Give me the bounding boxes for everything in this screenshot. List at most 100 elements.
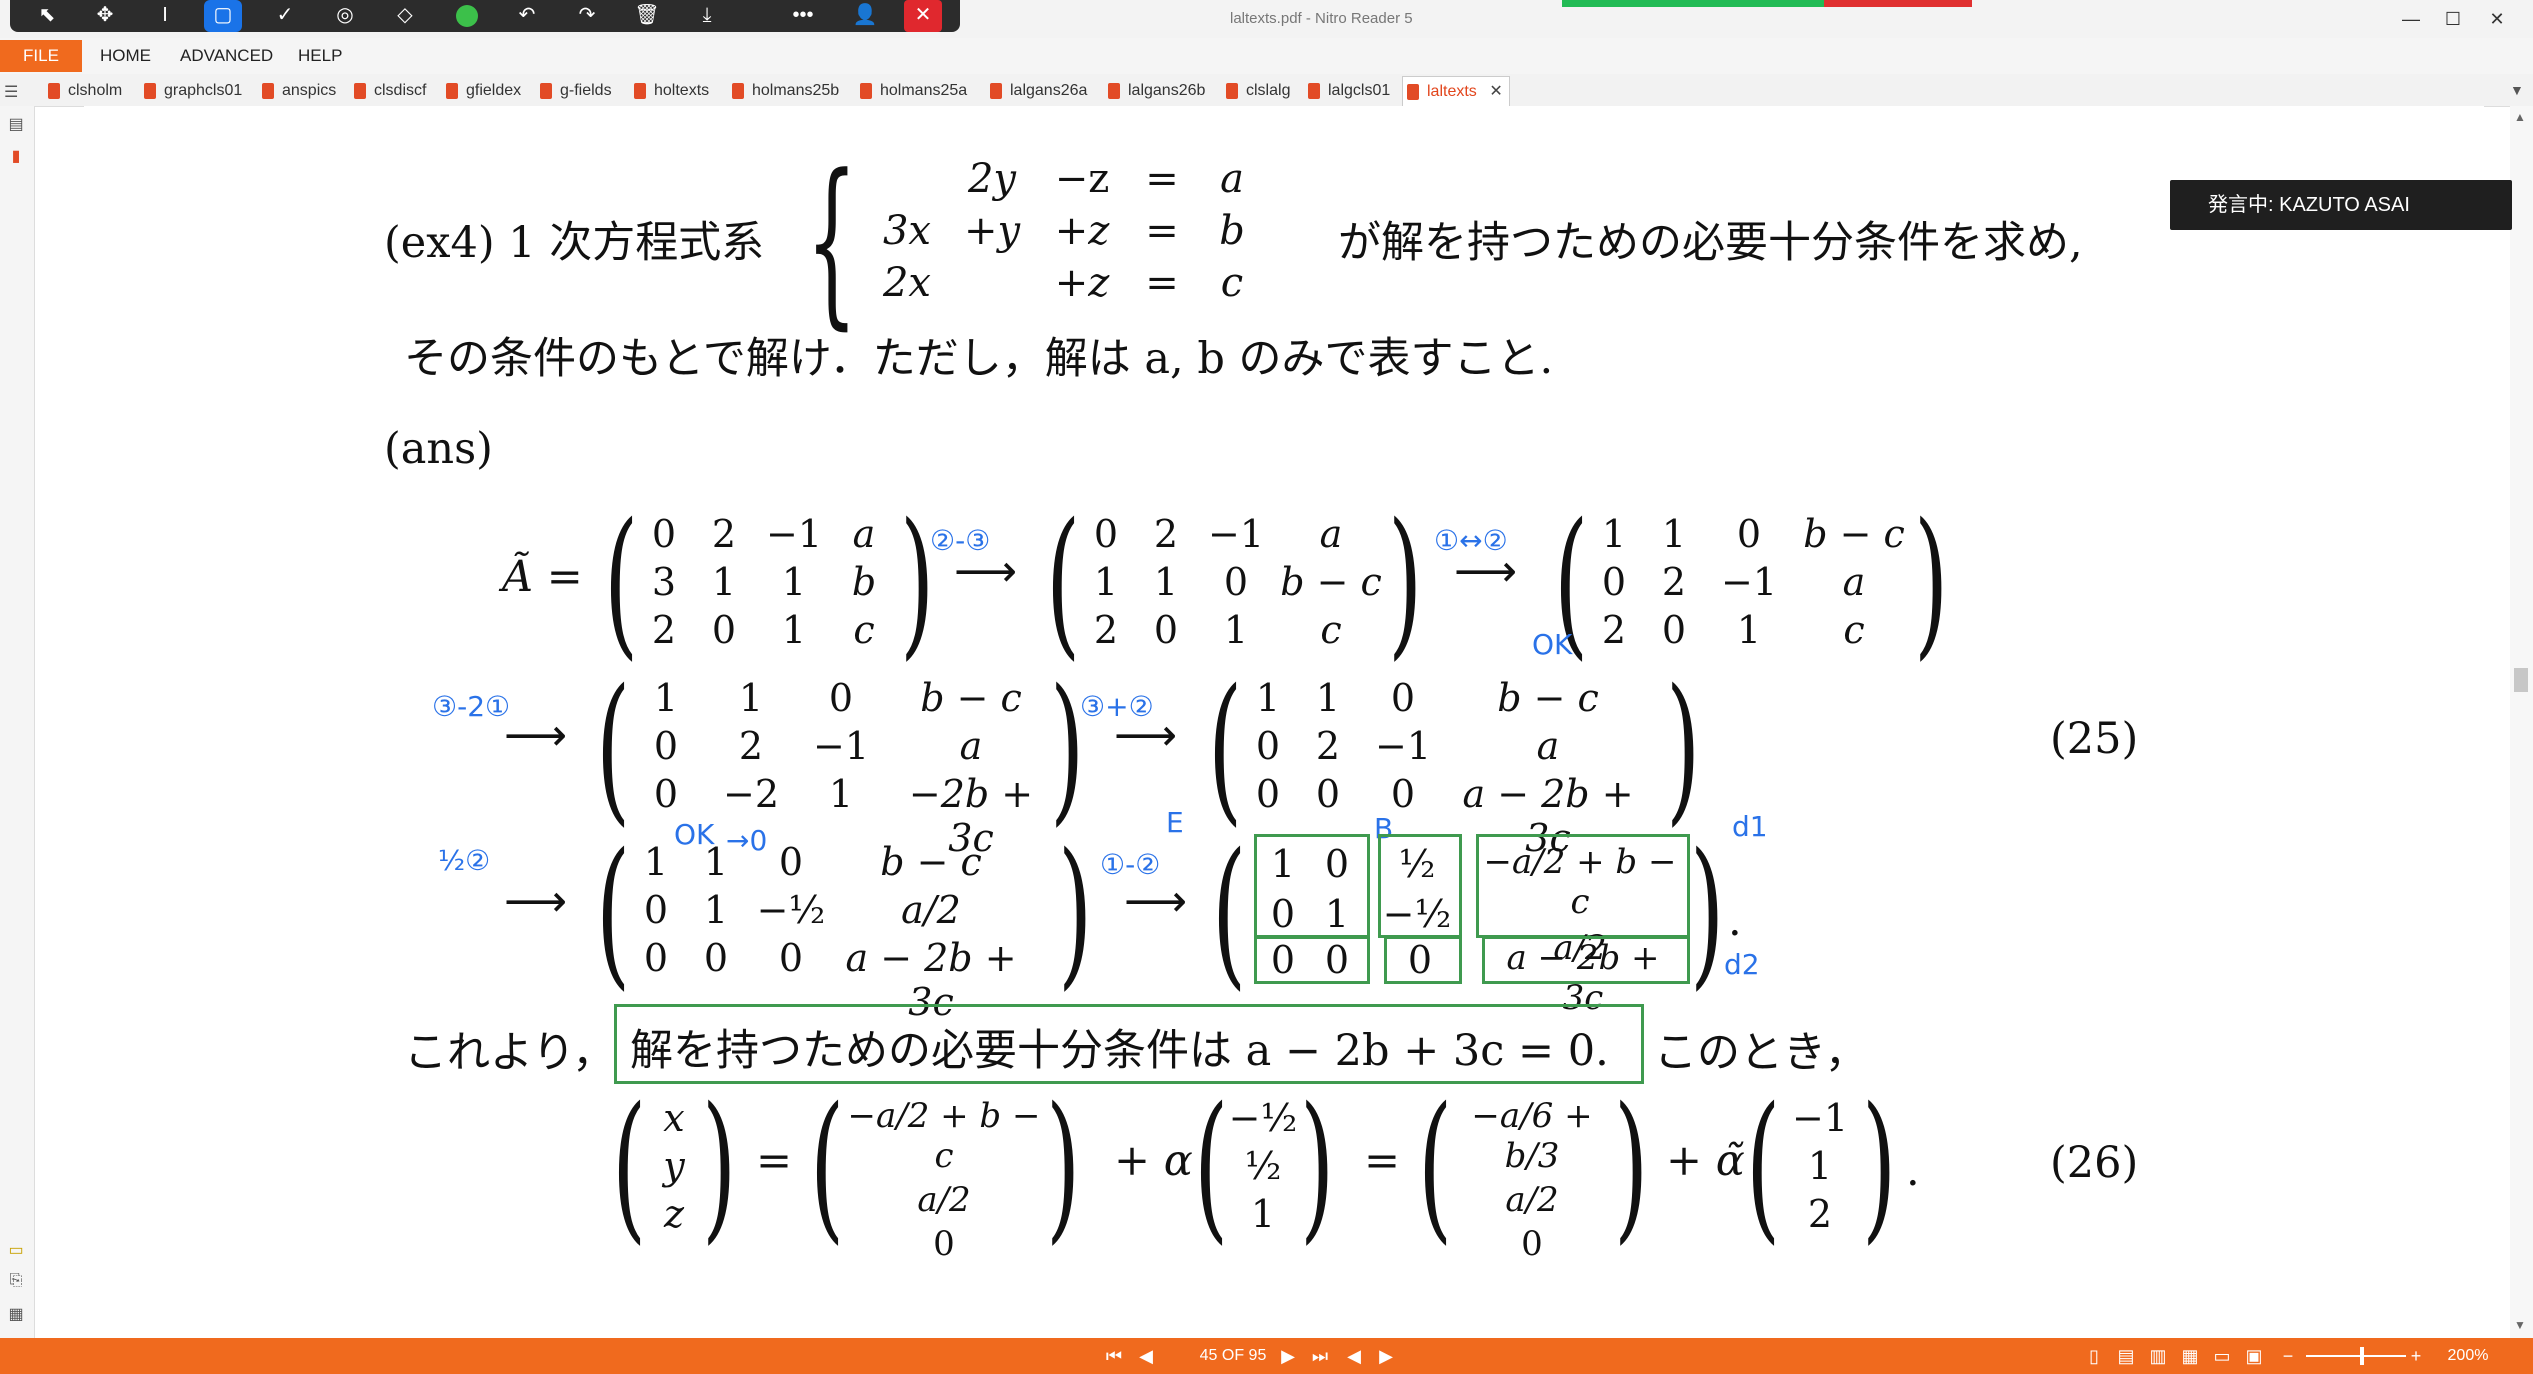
vec2-rparen: ) bbox=[1300, 1072, 1335, 1259]
close-icon[interactable]: ✕ bbox=[904, 0, 942, 32]
matrix-7-b-zero: 0 bbox=[1407, 938, 1433, 982]
condition-text: 解を持つための必要十分条件は a − 2b + 3c = 0. bbox=[630, 1026, 1609, 1076]
plus-alpha: + α bbox=[1114, 1136, 1193, 1186]
zoom-slider-handle[interactable] bbox=[2360, 1347, 2364, 1365]
matrix-7-zero: 00 bbox=[1270, 938, 1350, 982]
tab-holmans25a[interactable]: holmans25a bbox=[856, 76, 967, 106]
output-panel-icon[interactable]: ▦ bbox=[6, 1304, 26, 1326]
user-icon[interactable]: 👤 bbox=[846, 0, 884, 32]
tab-clsholm[interactable]: clsholm bbox=[44, 76, 122, 106]
download-icon[interactable]: ⤓ bbox=[688, 0, 726, 32]
tab-close-icon[interactable]: ✕ bbox=[1489, 77, 1502, 107]
tab-anspics[interactable]: anspics bbox=[258, 76, 336, 106]
speaker-indicator: 発言中: KAZUTO ASAI bbox=[2170, 180, 2512, 230]
matrix7-rparen: ) bbox=[1690, 818, 1725, 1005]
minimize-icon[interactable]: — bbox=[2388, 0, 2434, 38]
scroll-thumb[interactable] bbox=[2514, 668, 2528, 692]
stamp-icon[interactable]: ◎ bbox=[326, 0, 364, 32]
single-page-view-icon[interactable]: ▯ bbox=[2080, 1338, 2108, 1374]
problem-line2: その条件のもとで解け．ただし，解は a, b のみで表すこと. bbox=[404, 334, 1554, 384]
tab-holmans25b[interactable]: holmans25b bbox=[728, 76, 839, 106]
vector-1: −a/2 + b − c a/2 0 bbox=[847, 1096, 1041, 1264]
vec4-lparen: ( bbox=[1746, 1072, 1781, 1259]
arrow-4: ⟶ bbox=[1114, 710, 1178, 761]
scroll-up-icon[interactable]: ▲ bbox=[2514, 110, 2526, 124]
text-cursor-icon[interactable]: I bbox=[146, 0, 184, 32]
matrix-5: 110b − c 0 2 −1 a 000a − 2b + 3c bbox=[1255, 676, 1634, 860]
menu-advanced[interactable]: ADVANCED bbox=[180, 38, 273, 74]
vertical-scrollbar[interactable] bbox=[2510, 106, 2533, 1338]
vec1-lparen: ( bbox=[810, 1072, 845, 1259]
tab-gfieldex[interactable]: gfieldex bbox=[442, 76, 521, 106]
pages-panel-icon[interactable]: ▤ bbox=[6, 114, 26, 136]
handwritten-op-5: ½② bbox=[438, 844, 491, 877]
tab-lalgcls01[interactable]: lalgcls01 bbox=[1304, 76, 1390, 106]
undo-icon[interactable]: ↶ bbox=[508, 0, 546, 32]
tab-graphcls01[interactable]: graphcls01 bbox=[140, 76, 242, 106]
delete-icon[interactable]: 🗑 bbox=[628, 0, 666, 32]
green-dot-icon[interactable] bbox=[448, 0, 486, 32]
bookmarks-panel-icon[interactable]: ▮ bbox=[6, 146, 26, 168]
handwritten-op-1: ②-③ bbox=[930, 524, 991, 557]
matrix-7-b: ½ −½ bbox=[1382, 842, 1452, 936]
tab-overflow-icon[interactable]: ▼ bbox=[2510, 82, 2524, 98]
facing-view-icon[interactable]: ▥ bbox=[2144, 1338, 2172, 1374]
vector-2: −½ ½ 1 bbox=[1228, 1096, 1298, 1236]
pointer-icon[interactable]: ⬉ bbox=[28, 0, 66, 32]
menu-file[interactable]: FILE bbox=[0, 40, 82, 72]
continuous-view-icon[interactable]: ▤ bbox=[2112, 1338, 2140, 1374]
matrix5-rparen: ) bbox=[1666, 654, 1701, 841]
rectangle-icon[interactable]: ▢ bbox=[204, 0, 242, 32]
menu-help[interactable]: HELP bbox=[298, 38, 342, 74]
facing-continuous-icon[interactable]: ▦ bbox=[2176, 1338, 2204, 1374]
handwritten-op-2: ①↔② bbox=[1434, 524, 1508, 557]
eraser-icon[interactable]: ◇ bbox=[386, 0, 424, 32]
vec4-rparen: ) bbox=[1862, 1072, 1897, 1259]
tab-clsdiscf[interactable]: clsdiscf bbox=[350, 76, 426, 106]
close-window-icon[interactable]: ✕ bbox=[2474, 0, 2520, 38]
zoom-slider[interactable] bbox=[2306, 1355, 2406, 1357]
page-indicator[interactable]: 45 OF 95 bbox=[1178, 1338, 1288, 1374]
move-icon[interactable]: ✥ bbox=[86, 0, 124, 32]
zoom-out-icon[interactable]: − bbox=[2276, 1338, 2300, 1374]
matrix3-rparen: ) bbox=[1914, 488, 1949, 675]
first-page-icon[interactable]: ⏮ bbox=[1100, 1338, 1128, 1374]
check-icon[interactable]: ✓ bbox=[266, 0, 304, 32]
conclusion-prefix: これより， bbox=[404, 1028, 616, 1078]
menu-home[interactable]: HOME bbox=[100, 38, 151, 74]
arrow-5: ⟶ bbox=[504, 876, 568, 927]
redo-icon[interactable]: ↷ bbox=[568, 0, 606, 32]
zoom-in-icon[interactable]: + bbox=[2404, 1338, 2428, 1374]
tab-lalgans26a[interactable]: lalgans26a bbox=[986, 76, 1087, 106]
last-page-icon[interactable]: ⏭ bbox=[1306, 1338, 1334, 1374]
fit-page-icon[interactable]: ▣ bbox=[2240, 1338, 2268, 1374]
fit-width-icon[interactable]: ▭ bbox=[2208, 1338, 2236, 1374]
tab-list-icon[interactable]: ☰ bbox=[4, 82, 18, 102]
tab-lalgans26b[interactable]: lalgans26b bbox=[1104, 76, 1205, 106]
equation-number-25: (25) bbox=[2050, 714, 2139, 764]
matrix7-lparen: ( bbox=[1212, 818, 1247, 1005]
recording-indicator-green bbox=[1562, 0, 1824, 7]
equals-1: = bbox=[756, 1136, 793, 1186]
matrix-3: 110b − c 0 2 −1 a 201c bbox=[1601, 512, 1905, 652]
tab-clslalg[interactable]: clslalg bbox=[1222, 76, 1290, 106]
vector-xyz: xyz bbox=[663, 1096, 685, 1236]
zoom-level[interactable]: 200% bbox=[2438, 1338, 2498, 1374]
scroll-down-icon[interactable]: ▼ bbox=[2514, 1318, 2526, 1332]
attachments-panel-icon[interactable]: ⎘ bbox=[6, 1272, 26, 1294]
more-icon[interactable]: ••• bbox=[784, 0, 822, 32]
previous-view-icon[interactable]: ◀ bbox=[1340, 1338, 1368, 1374]
tab-g-fields[interactable]: g-fields bbox=[536, 76, 612, 106]
vec2-lparen: ( bbox=[1194, 1072, 1229, 1259]
maximize-icon[interactable]: ☐ bbox=[2430, 0, 2476, 38]
tab-holtexts[interactable]: holtexts bbox=[630, 76, 709, 106]
prev-page-icon[interactable]: ◀ bbox=[1134, 1338, 1158, 1374]
comments-panel-icon[interactable]: ▭ bbox=[6, 1240, 26, 1262]
vector-4: −1 1 2 bbox=[1791, 1096, 1849, 1236]
handwritten-label-d2: d2 bbox=[1724, 948, 1760, 981]
next-page-icon[interactable]: ▶ bbox=[1276, 1338, 1300, 1374]
vector-3: −a/6 + b/3 a/2 0 bbox=[1471, 1096, 1593, 1264]
document-page: (ex4) 1 次方程式系 { 2y −z = a 3x +y +z = b 2x +z = c が… bbox=[84, 106, 2484, 1338]
next-view-icon[interactable]: ▶ bbox=[1372, 1338, 1400, 1374]
tab-laltexts[interactable]: laltexts ✕ bbox=[1402, 76, 1510, 107]
